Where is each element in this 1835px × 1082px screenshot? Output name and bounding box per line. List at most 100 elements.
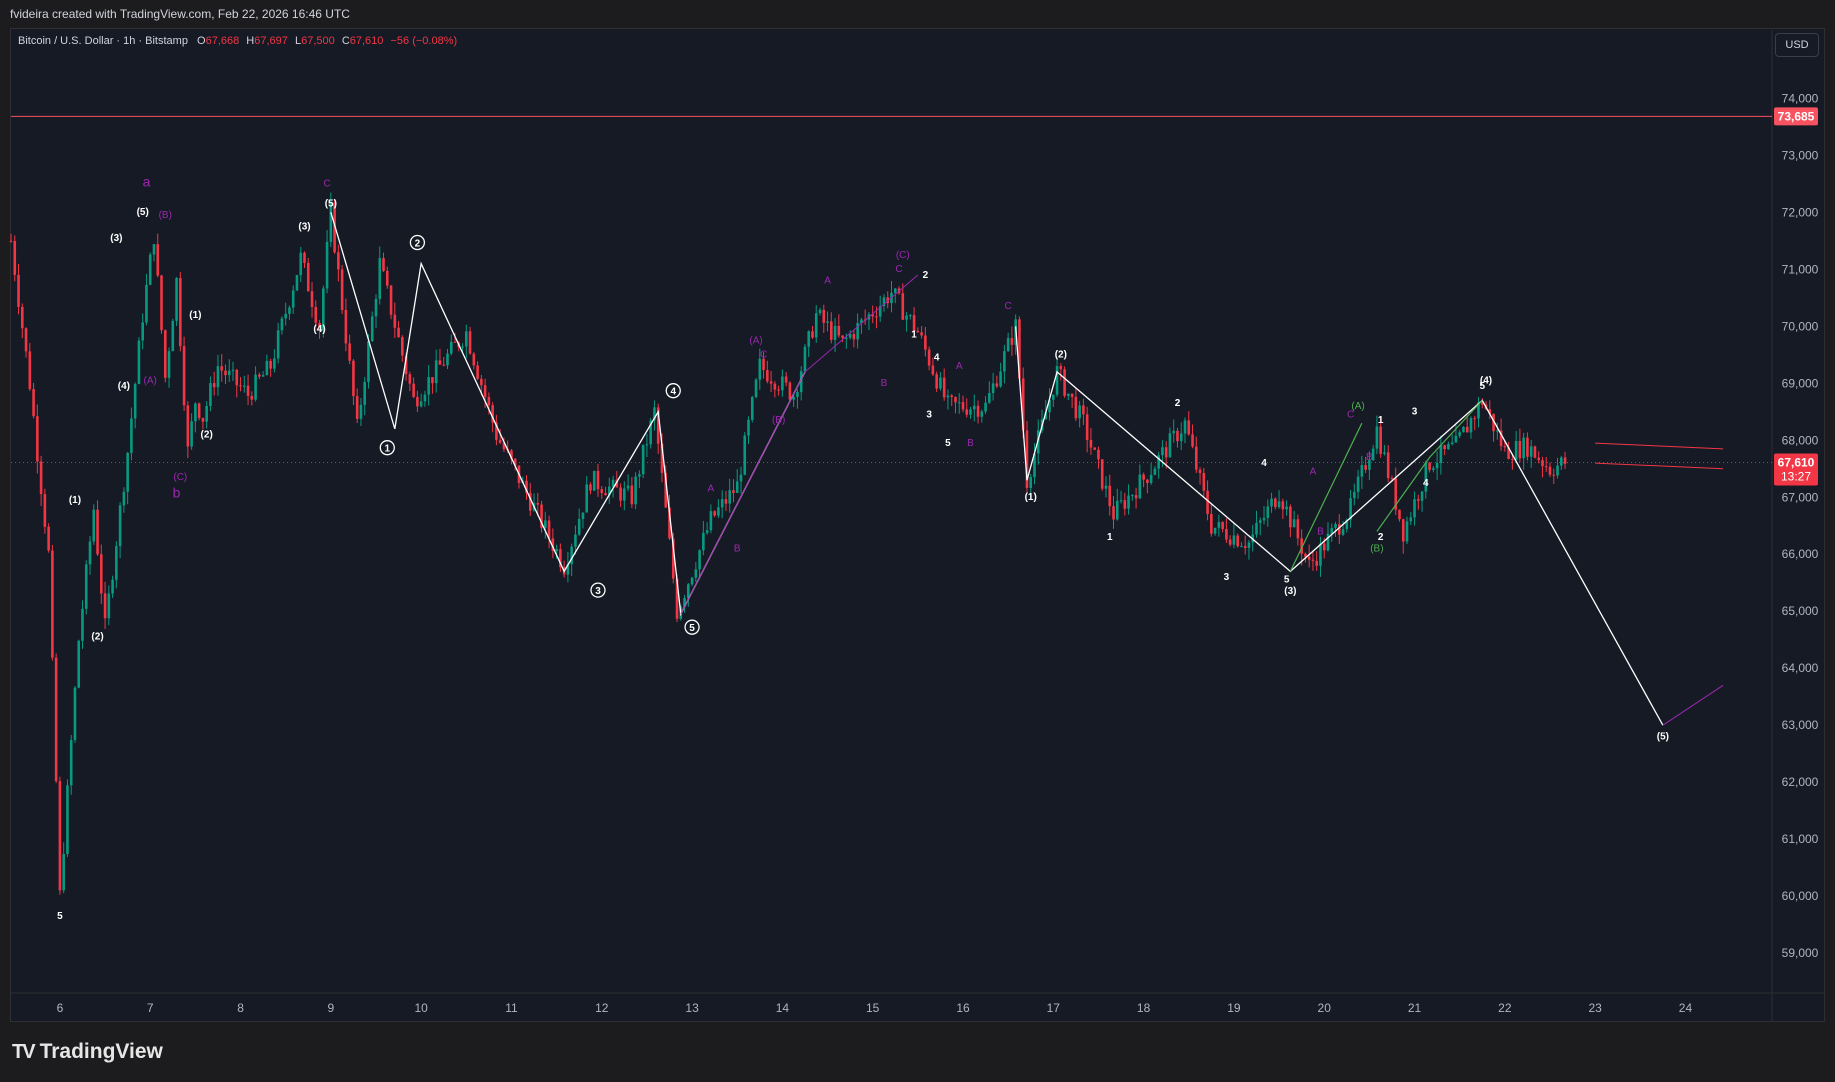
- candle-body: [773, 383, 777, 390]
- candle-body: [84, 564, 88, 609]
- candle-body: [1217, 522, 1221, 528]
- candle-body: [337, 252, 340, 270]
- high-value: 67,697: [254, 35, 288, 47]
- candle-body: [1548, 466, 1552, 475]
- candle-body: [916, 330, 920, 333]
- price-tags: 73,685 67,61013:27: [1774, 107, 1818, 486]
- wave-label: (2): [201, 429, 213, 440]
- candle-body: [946, 395, 950, 398]
- candle-body: [1187, 420, 1191, 435]
- wave-label: 3: [1224, 572, 1230, 583]
- candle-body: [201, 417, 205, 422]
- candle-body: [291, 290, 295, 308]
- candle-body: [544, 520, 547, 528]
- candle-body: [118, 505, 122, 547]
- candle-body: [589, 484, 592, 491]
- candle-body: [1119, 500, 1123, 502]
- candle-body: [766, 369, 769, 382]
- candle-body: [1270, 498, 1273, 507]
- candle-body: [1240, 546, 1243, 548]
- candle-body: [352, 360, 355, 397]
- wave-label: (A): [144, 375, 157, 386]
- wave-label: (1): [189, 310, 201, 321]
- candle-body: [1559, 457, 1563, 466]
- candle-body: [344, 309, 348, 344]
- candle-body: [822, 309, 826, 323]
- wave-label: 4: [670, 387, 676, 398]
- candle-body: [1142, 474, 1145, 480]
- candle-body: [837, 325, 841, 336]
- candle-body: [310, 291, 314, 308]
- candle-body: [1341, 529, 1345, 535]
- candle-body: [416, 396, 419, 407]
- candle-body: [348, 343, 351, 361]
- candle-body: [1447, 444, 1450, 450]
- candle-body: [781, 376, 784, 391]
- candle-body: [1409, 517, 1413, 522]
- candle-body: [611, 479, 615, 487]
- candle-body: [1285, 506, 1288, 510]
- candle-body: [235, 369, 239, 386]
- candle-body: [1232, 535, 1236, 545]
- candle-body: [1405, 521, 1409, 542]
- candle-body: [1398, 509, 1401, 520]
- candle-body: [111, 579, 114, 594]
- y-tick-label: 70,000: [1782, 319, 1819, 333]
- candle-body: [995, 383, 999, 387]
- candle-body: [133, 383, 137, 419]
- candle-body: [788, 382, 792, 400]
- candle-body: [43, 494, 47, 527]
- candle-body: [1454, 435, 1458, 443]
- candle-body: [258, 374, 261, 377]
- candle-body: [927, 349, 931, 366]
- candle-body: [750, 397, 754, 420]
- candle-body: [1108, 485, 1112, 507]
- candle-body: [1296, 519, 1300, 539]
- wave-label: 4: [1261, 458, 1267, 469]
- tradingview-logo-icon: TV: [12, 1040, 36, 1063]
- candle-body: [265, 360, 269, 376]
- candle-body: [641, 444, 645, 475]
- x-tick-label: 21: [1408, 1001, 1422, 1015]
- candle-body: [367, 340, 370, 382]
- candle-body: [483, 385, 487, 397]
- candle-body: [160, 275, 163, 331]
- wave-label: a: [143, 174, 151, 190]
- candle-body: [246, 385, 250, 396]
- wave-label: (1): [1025, 492, 1037, 503]
- wave-label: (A): [749, 335, 762, 346]
- x-tick-label: 22: [1498, 1001, 1512, 1015]
- candle-body: [796, 392, 799, 397]
- candle-body: [758, 358, 762, 380]
- candle-body: [626, 485, 630, 489]
- candle-body: [397, 327, 400, 338]
- candle-body: [88, 541, 92, 565]
- candle-body: [303, 252, 306, 263]
- candle-body: [769, 381, 773, 384]
- candle-body: [1428, 462, 1431, 470]
- candle-body: [378, 258, 382, 299]
- x-tick-label: 23: [1588, 1001, 1602, 1015]
- candle-body: [385, 270, 389, 286]
- x-tick-label: 18: [1137, 1001, 1151, 1015]
- candle-body: [826, 321, 829, 323]
- candle-body: [182, 346, 186, 406]
- currency-button[interactable]: USD: [1775, 33, 1819, 57]
- candle-body: [577, 519, 581, 535]
- candle-body: [1149, 474, 1153, 484]
- price-chart[interactable]: 59,000 60,000 61,000 62,000 63,000 64,000 65,0…: [0, 0, 1835, 1082]
- close-label: C: [341, 35, 350, 47]
- candle-body: [1006, 338, 1010, 352]
- candle-body: [103, 593, 107, 619]
- wave-label: (4): [313, 324, 325, 335]
- candle-body: [449, 341, 453, 354]
- wave-label: 5: [1284, 575, 1290, 586]
- candle-body: [705, 530, 709, 533]
- candle-body: [1089, 439, 1093, 448]
- candle-body: [1364, 465, 1367, 470]
- candle-body: [954, 397, 957, 403]
- candle-body: [1383, 452, 1386, 454]
- candle-body: [1100, 459, 1104, 489]
- candle-body: [122, 491, 126, 506]
- candle-body: [419, 401, 423, 407]
